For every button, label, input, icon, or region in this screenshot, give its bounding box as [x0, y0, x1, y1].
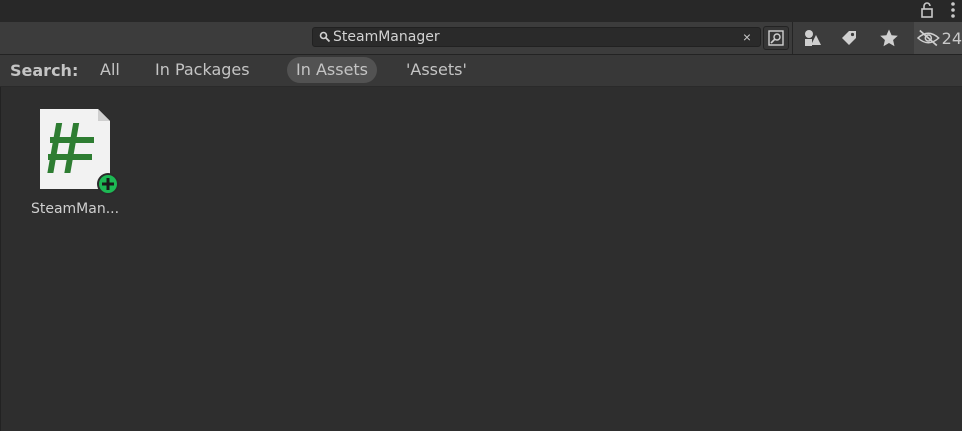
favorites-star-icon — [880, 29, 898, 47]
search-scope-label: Search: — [10, 61, 79, 80]
kebab-menu-icon[interactable] — [946, 1, 960, 19]
hidden-packages-eye-icon — [917, 29, 940, 47]
title-strip — [0, 0, 962, 22]
add-badge-icon — [97, 173, 119, 195]
filter-by-type-button[interactable] — [797, 26, 827, 50]
hidden-count: 24 — [941, 28, 962, 48]
open-search-window-icon — [768, 30, 784, 46]
scope-tab-all[interactable]: All — [91, 57, 129, 83]
search-icon — [319, 31, 331, 43]
search-scope-bar: Search: All In Packages In Assets 'Asset… — [0, 55, 962, 87]
search-field[interactable]: × — [312, 27, 761, 47]
scope-tab-assets-folder[interactable]: 'Assets' — [397, 57, 476, 83]
project-browser-window: × — [0, 0, 962, 431]
scope-tab-in-packages[interactable]: In Packages — [146, 57, 259, 83]
filter-by-label-button[interactable] — [834, 26, 864, 50]
toolbar: × — [0, 22, 962, 55]
open-search-window-button[interactable] — [763, 26, 789, 50]
csharp-script-icon — [40, 109, 119, 195]
filter-by-type-icon — [805, 30, 821, 46]
search-input[interactable] — [333, 28, 733, 46]
lock-icon[interactable] — [918, 1, 936, 19]
asset-grid: SteamMan... — [0, 87, 962, 431]
scope-tab-in-assets[interactable]: In Assets — [287, 57, 378, 83]
asset-item[interactable]: SteamMan... — [23, 105, 127, 225]
asset-name: SteamMan... — [30, 201, 120, 217]
toolbar-separator — [792, 22, 793, 54]
favorites-button[interactable] — [874, 26, 904, 50]
clear-icon[interactable]: × — [740, 29, 754, 45]
filter-by-label-icon — [842, 31, 856, 45]
hidden-packages-toggle[interactable]: 24 — [914, 22, 962, 54]
